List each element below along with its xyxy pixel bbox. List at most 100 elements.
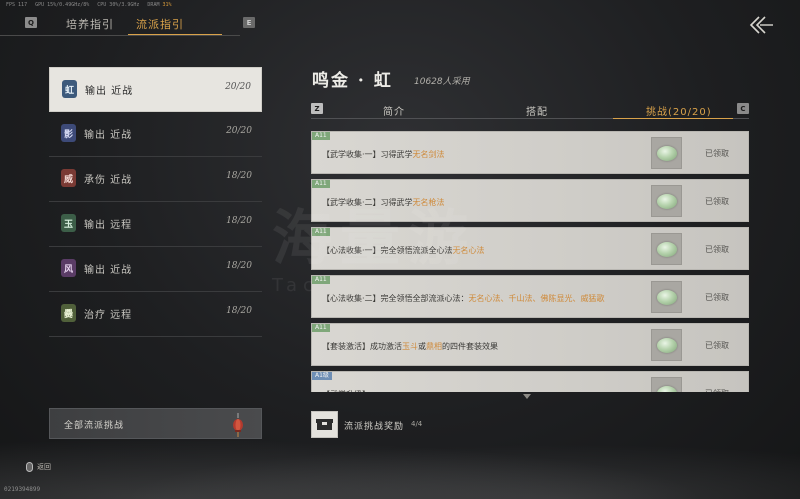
back-hint[interactable]: 返回 bbox=[26, 462, 51, 472]
task-description: 【武学升级】 bbox=[322, 379, 642, 393]
gpu-readout: GPU 15%/0.49GHz/8% bbox=[35, 2, 90, 8]
task-claim-status: 已领取 bbox=[705, 341, 729, 350]
jade-reward-icon bbox=[656, 193, 677, 209]
key-hint-c[interactable]: C bbox=[737, 103, 749, 114]
task-claim-status: 已领取 bbox=[705, 149, 729, 158]
player-uid: 0219394899 bbox=[4, 486, 41, 493]
task-reward-slot[interactable] bbox=[651, 137, 682, 169]
task-desc-text: 【心法收集·一】完全领悟流派全心法 bbox=[322, 245, 453, 255]
school-role-label: 输出 近战 bbox=[84, 130, 133, 141]
task-highlight-text: 无名枪法 bbox=[412, 197, 445, 207]
school-badge-icon: 虹 bbox=[62, 80, 77, 98]
task-reward-slot[interactable] bbox=[651, 185, 682, 217]
task-desc-text: 【武学收集·一】习得武学 bbox=[322, 149, 413, 159]
challenge-task-row[interactable]: A1级【武学升级】已领取 bbox=[311, 371, 749, 392]
back-hint-label: 返回 bbox=[37, 463, 51, 471]
school-badge-icon: 玉 bbox=[61, 214, 76, 232]
school-role-label: 承伤 近战 bbox=[84, 175, 133, 186]
jade-reward-icon bbox=[656, 241, 677, 257]
school-badge-icon: 影 bbox=[61, 124, 76, 142]
school-progress-count: 20/20 bbox=[226, 126, 252, 136]
task-desc-text: 【套装激活】成功激活 bbox=[322, 341, 402, 351]
task-claim-status: 已领取 bbox=[705, 388, 729, 392]
task-description: 【武学收集·二】习得武学无名枪法 bbox=[322, 187, 642, 217]
school-role-label: 输出 远程 bbox=[84, 220, 133, 231]
challenge-task-list[interactable]: A11 【武学收集·一】习得武学无名剑法 已领取 A11 【武学收集·二】习得武学无名枪… bbox=[311, 131, 749, 392]
school-list-item[interactable]: 虹输出 近战 20/20 bbox=[49, 67, 262, 112]
school-role-label: 治疗 远程 bbox=[84, 310, 133, 321]
dram-readout: DRAM 31% bbox=[147, 2, 172, 8]
school-challenge-reward[interactable]: 流派挑战奖励 4/4 bbox=[311, 410, 511, 440]
chevron-down-icon[interactable] bbox=[523, 394, 531, 399]
all-schools-challenge-button[interactable]: 全部流派挑战 bbox=[49, 408, 262, 439]
tab-intro[interactable]: 简介 bbox=[383, 103, 405, 118]
challenge-task-row[interactable]: A11 【心法收集·二】完全领悟全部流派心法：无名心法、千山法、佛陈显光、威猛歌已… bbox=[311, 275, 749, 318]
school-progress-count: 18/20 bbox=[226, 261, 252, 271]
task-reward-slot[interactable] bbox=[651, 233, 682, 265]
school-list-item[interactable]: 玉输出 远程 18/20 bbox=[49, 202, 262, 247]
school-role-label: 输出 近战 bbox=[85, 86, 134, 97]
task-highlight-text: 无名剑法 bbox=[412, 149, 445, 159]
tab-school-guide[interactable]: 流派指引 bbox=[136, 16, 184, 32]
school-badge-icon: 风 bbox=[61, 259, 76, 277]
task-description: 【心法收集·二】完全领悟全部流派心法：无名心法、千山法、佛陈显光、威猛歌 bbox=[322, 283, 642, 313]
task-reward-slot[interactable] bbox=[651, 281, 682, 313]
school-progress-count: 20/20 bbox=[225, 82, 251, 92]
reward-chest-icon bbox=[311, 411, 338, 438]
back-arrow-icon[interactable] bbox=[748, 14, 774, 36]
red-lantern-icon bbox=[233, 413, 243, 437]
school-title: 鸣金 · 虹 bbox=[312, 71, 393, 91]
school-list: 虹输出 近战 20/20 影输出 近战 20/20 威承伤 近战 18/20 玉输出 远程 1… bbox=[49, 67, 262, 337]
school-user-count: 10628人采用 bbox=[414, 77, 470, 87]
school-progress-count: 18/20 bbox=[226, 171, 252, 181]
task-claim-status: 已领取 bbox=[705, 197, 729, 206]
top-tab-bar: Q 培养指引 流派指引 E bbox=[0, 10, 800, 36]
cpu-readout: CPU 30%/3.9GHz bbox=[97, 2, 140, 8]
task-highlight-text: 无名心法 bbox=[452, 245, 485, 255]
challenge-task-row[interactable]: A11 【心法收集·一】完全领悟流派全心法无名心法 已领取 bbox=[311, 227, 749, 270]
school-list-item[interactable]: 风输出 近战 18/20 bbox=[49, 247, 262, 292]
detail-tab-bar: Z 简介 搭配 挑战(20/20) C bbox=[311, 101, 749, 119]
active-tab-underline bbox=[128, 34, 222, 35]
task-claim-status: 已领取 bbox=[705, 293, 729, 302]
tab-divider bbox=[0, 35, 240, 36]
tab-build[interactable]: 搭配 bbox=[526, 103, 548, 118]
jade-reward-icon bbox=[656, 337, 677, 353]
task-reward-slot[interactable] bbox=[651, 377, 682, 392]
task-desc-text: 的四件套装效果 bbox=[442, 341, 498, 351]
task-description: 【武学收集·一】习得武学无名剑法 bbox=[322, 139, 642, 169]
active-detail-tab-underline bbox=[613, 118, 733, 119]
tab-cultivation-guide[interactable]: 培养指引 bbox=[66, 16, 114, 32]
task-highlight-text: 鼎相 bbox=[426, 341, 442, 351]
task-description: 【心法收集·一】完全领悟流派全心法无名心法 bbox=[322, 235, 642, 265]
school-progress-count: 18/20 bbox=[226, 216, 252, 226]
task-desc-text: 【武学升级】 bbox=[322, 390, 370, 393]
school-role-label: 输出 近战 bbox=[84, 265, 133, 276]
school-list-item[interactable]: 影输出 近战 20/20 bbox=[49, 112, 262, 157]
key-hint-e[interactable]: E bbox=[243, 17, 255, 28]
reward-count: 4/4 bbox=[411, 420, 423, 428]
task-description: 【套装激活】成功激活玉斗或鼎相的四件套装效果 bbox=[322, 331, 642, 361]
tab-challenge[interactable]: 挑战(20/20) bbox=[646, 103, 712, 118]
reward-label: 流派挑战奖励 bbox=[344, 422, 405, 432]
fps-readout: FPS 117 bbox=[6, 2, 28, 8]
key-hint-z[interactable]: Z bbox=[311, 103, 323, 114]
task-highlight-text: 无名心法、千山法、佛陈显光、威猛歌 bbox=[468, 293, 605, 303]
key-hint-q[interactable]: Q bbox=[25, 17, 37, 28]
school-list-item[interactable]: 爨治疗 远程 18/20 bbox=[49, 292, 262, 337]
challenge-task-row[interactable]: A11 【武学收集·一】习得武学无名剑法 已领取 bbox=[311, 131, 749, 174]
task-desc-text: 【武学收集·二】习得武学 bbox=[322, 197, 413, 207]
jade-reward-icon bbox=[656, 385, 677, 392]
school-list-item[interactable]: 威承伤 近战 18/20 bbox=[49, 157, 262, 202]
challenge-task-row[interactable]: A11 【套装激活】成功激活玉斗或鼎相的四件套装效果 已领取 bbox=[311, 323, 749, 366]
challenge-task-row[interactable]: A11 【武学收集·二】习得武学无名枪法 已领取 bbox=[311, 179, 749, 222]
task-highlight-text: 玉斗 bbox=[402, 341, 418, 351]
task-desc-text: 或 bbox=[418, 341, 426, 351]
task-desc-text: 【心法收集·二】完全领悟全部流派心法： bbox=[322, 293, 469, 303]
perf-overlay: FPS 117 GPU 15%/0.49GHz/8% CPU 30%/3.9GH… bbox=[6, 2, 172, 8]
all-schools-challenge-label: 全部流派挑战 bbox=[64, 421, 125, 431]
mouse-right-click-icon bbox=[26, 462, 33, 472]
task-reward-slot[interactable] bbox=[651, 329, 682, 361]
school-progress-count: 18/20 bbox=[226, 306, 252, 316]
school-badge-icon: 威 bbox=[61, 169, 76, 187]
